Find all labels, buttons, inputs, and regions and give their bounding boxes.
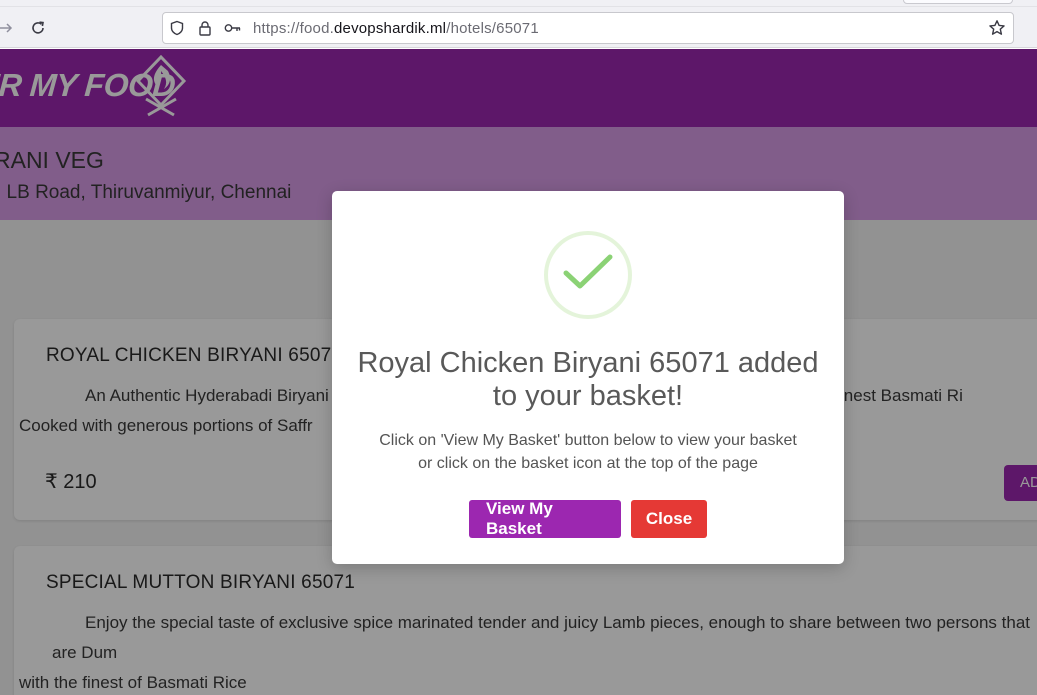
browser-toolbar: https://food.devopshardik.ml/hotels/6507… — [0, 0, 1037, 48]
shield-icon[interactable] — [163, 20, 191, 36]
url-path: /hotels/65071 — [446, 19, 539, 37]
forward-button[interactable] — [0, 16, 18, 40]
lock-icon[interactable] — [191, 20, 219, 36]
reload-button[interactable] — [26, 16, 50, 40]
dialog-message: Click on 'View My Basket' button below t… — [372, 429, 804, 475]
bookmark-star-icon[interactable] — [987, 18, 1007, 38]
tab-strip — [0, 0, 1037, 7]
view-my-basket-button[interactable]: View My Basket — [469, 499, 621, 538]
dialog-message-line2: or click on the basket icon at the top o… — [418, 455, 758, 472]
added-to-basket-dialog: Royal Chicken Biryani 65071 added to you… — [332, 191, 844, 564]
browser-tab[interactable] — [903, 0, 1013, 4]
key-icon[interactable] — [219, 22, 247, 34]
dialog-title-line1: Royal Chicken Biryani 65071 added — [357, 347, 819, 379]
dialog-actions: View My Basket Close — [332, 499, 844, 538]
close-button[interactable]: Close — [631, 500, 707, 538]
dialog-title-line2: to your basket! — [492, 380, 684, 412]
url-prefix: https://food. — [253, 19, 334, 37]
dialog-title: Royal Chicken Biryani 65071 added to you… — [332, 347, 844, 413]
address-bar[interactable]: https://food.devopshardik.ml/hotels/6507… — [162, 12, 1014, 44]
arrow-right-icon — [0, 23, 13, 33]
reload-icon — [32, 21, 44, 34]
url-text: https://food.devopshardik.ml/hotels/6507… — [253, 20, 539, 37]
success-check-icon — [544, 231, 632, 319]
url-host: devopshardik.ml — [333, 19, 447, 37]
dialog-message-line1: Click on 'View My Basket' button below t… — [379, 432, 797, 449]
